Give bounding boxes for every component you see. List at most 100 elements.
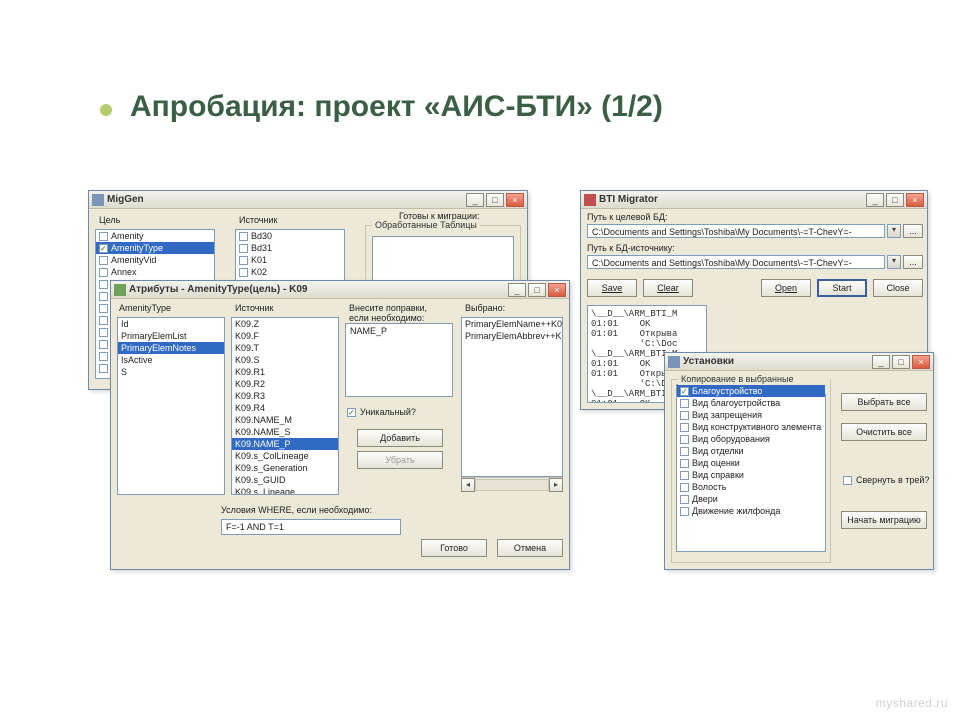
list-item[interactable]: IsActive xyxy=(118,354,224,366)
list-item[interactable]: PrimaryElemName++K09.NAI xyxy=(462,318,562,330)
dropdown-source-icon[interactable]: ▾ xyxy=(887,255,901,269)
checkbox-unique[interactable] xyxy=(347,408,356,417)
clear-all-button[interactable]: Очистить все xyxy=(841,423,927,441)
checkbox-icon[interactable] xyxy=(680,411,689,420)
list-item[interactable]: K09.s_Lineage xyxy=(232,486,338,495)
titlebar-attributes[interactable]: Атрибуты - AmenityType(цель) - K09 _ □ × xyxy=(111,281,569,299)
checkbox-icon[interactable] xyxy=(239,268,248,277)
checkbox-icon[interactable] xyxy=(99,232,108,241)
textbox-correction[interactable]: NAME_P xyxy=(345,323,453,397)
minimize-button[interactable]: _ xyxy=(466,193,484,207)
listbox-tables[interactable]: БлагоустройствоВид благоустройстваВид за… xyxy=(676,384,826,552)
minimize-button[interactable]: _ xyxy=(872,355,890,369)
close-button[interactable]: × xyxy=(506,193,524,207)
checkbox-icon[interactable] xyxy=(99,316,108,325)
checkbox-icon[interactable] xyxy=(680,423,689,432)
list-item[interactable]: Id xyxy=(118,318,224,330)
list-item[interactable]: Благоустройство xyxy=(677,385,825,397)
list-item[interactable]: Bd31 xyxy=(236,242,344,254)
maximize-button[interactable]: □ xyxy=(528,283,546,297)
close-button[interactable]: × xyxy=(912,355,930,369)
hscrollbar-selected[interactable]: ◂ ▸ xyxy=(461,477,563,491)
list-item[interactable]: K09.NAME_P xyxy=(232,438,338,450)
list-item[interactable]: K09.R4 xyxy=(232,402,338,414)
checkbox-icon[interactable] xyxy=(99,244,108,253)
listbox-source[interactable]: K09.ZK09.FK09.TK09.SK09.R1K09.R2K09.R3K0… xyxy=(231,317,339,495)
maximize-button[interactable]: □ xyxy=(886,193,904,207)
list-item[interactable]: K09.s_Generation xyxy=(232,462,338,474)
checkbox-icon[interactable] xyxy=(239,244,248,253)
listbox-amenitytype[interactable]: IdPrimaryElemListPrimaryElemNotesIsActiv… xyxy=(117,317,225,495)
list-item[interactable]: S xyxy=(118,366,224,378)
list-item[interactable]: Вид конструктивного элемента xyxy=(677,421,825,433)
cancel-button[interactable]: Отмена xyxy=(497,539,563,557)
titlebar-btimigrator[interactable]: BTI Migrator _ □ × xyxy=(581,191,927,209)
maximize-button[interactable]: □ xyxy=(486,193,504,207)
checkbox-icon[interactable] xyxy=(680,435,689,444)
checkbox-icon[interactable] xyxy=(239,232,248,241)
clear-button[interactable]: Clear xyxy=(643,279,693,297)
checkbox-icon[interactable] xyxy=(99,268,108,277)
list-item[interactable]: K09.S xyxy=(232,354,338,366)
list-item[interactable]: AmenityVid xyxy=(96,254,214,266)
checkbox-icon[interactable] xyxy=(680,471,689,480)
list-item[interactable]: Двери xyxy=(677,493,825,505)
checkbox-icon[interactable] xyxy=(680,399,689,408)
start-button[interactable]: Start xyxy=(817,279,867,297)
list-item[interactable]: Движение жилфонда xyxy=(677,505,825,517)
checkbox-icon[interactable] xyxy=(680,495,689,504)
list-item[interactable]: K09.NAME_S xyxy=(232,426,338,438)
list-item[interactable]: Вид оборудования xyxy=(677,433,825,445)
list-item[interactable]: K09.R2 xyxy=(232,378,338,390)
checkbox-icon[interactable] xyxy=(99,364,108,373)
list-item[interactable]: PrimaryElemAbbrev++K09.NA xyxy=(462,330,562,342)
checkbox-icon[interactable] xyxy=(99,280,108,289)
minimize-button[interactable]: _ xyxy=(866,193,884,207)
select-all-button[interactable]: Выбрать все xyxy=(841,393,927,411)
scroll-left-icon[interactable]: ◂ xyxy=(461,478,475,492)
input-target-path[interactable]: C:\Documents and Settings\Toshiba\My Doc… xyxy=(587,224,885,238)
list-item[interactable]: K01 xyxy=(236,254,344,266)
checkbox-icon[interactable] xyxy=(99,256,108,265)
checkbox-icon[interactable] xyxy=(680,483,689,492)
list-item[interactable]: PrimaryElemNotes xyxy=(118,342,224,354)
list-item[interactable]: K09.s_ColLineage xyxy=(232,450,338,462)
list-item[interactable]: PrimaryElemList xyxy=(118,330,224,342)
list-item[interactable]: K02 xyxy=(236,266,344,278)
checkbox-tray[interactable] xyxy=(843,476,852,485)
titlebar-miggen[interactable]: MigGen _ □ × xyxy=(89,191,527,209)
checkbox-icon[interactable] xyxy=(99,328,108,337)
add-button[interactable]: Добавить xyxy=(357,429,443,447)
save-button[interactable]: Save xyxy=(587,279,637,297)
list-item[interactable]: Вид запрещения xyxy=(677,409,825,421)
checkbox-icon[interactable] xyxy=(680,459,689,468)
list-item[interactable]: Вид справки xyxy=(677,469,825,481)
open-button[interactable]: Open xyxy=(761,279,811,297)
list-item[interactable]: Вид благоустройства xyxy=(677,397,825,409)
close-button[interactable]: × xyxy=(906,193,924,207)
titlebar-settings[interactable]: Установки _ □ × xyxy=(665,353,933,371)
listbox-selected[interactable]: PrimaryElemName++K09.NAIPrimaryElemAbbre… xyxy=(461,317,563,477)
minimize-button[interactable]: _ xyxy=(508,283,526,297)
list-item[interactable]: Annex xyxy=(96,266,214,278)
checkbox-icon[interactable] xyxy=(99,292,108,301)
browse-target-button[interactable]: ... xyxy=(903,224,923,238)
list-item[interactable]: Bd30 xyxy=(236,230,344,242)
checkbox-icon[interactable] xyxy=(680,387,689,396)
list-item[interactable]: K09.R1 xyxy=(232,366,338,378)
close-db-button[interactable]: Close xyxy=(873,279,923,297)
list-item[interactable]: K09.R3 xyxy=(232,390,338,402)
ready-button[interactable]: Готово xyxy=(421,539,487,557)
checkbox-icon[interactable] xyxy=(239,256,248,265)
checkbox-icon[interactable] xyxy=(680,507,689,516)
list-item[interactable]: Волость xyxy=(677,481,825,493)
maximize-button[interactable]: □ xyxy=(892,355,910,369)
list-item[interactable]: K09.Z xyxy=(232,318,338,330)
checkbox-icon[interactable] xyxy=(99,352,108,361)
list-item[interactable]: K09.s_GUID xyxy=(232,474,338,486)
start-migration-button[interactable]: Начать миграцию xyxy=(841,511,927,529)
list-item[interactable]: K09.T xyxy=(232,342,338,354)
remove-button[interactable]: Убрать xyxy=(357,451,443,469)
close-button[interactable]: × xyxy=(548,283,566,297)
list-item[interactable]: K09.F xyxy=(232,330,338,342)
